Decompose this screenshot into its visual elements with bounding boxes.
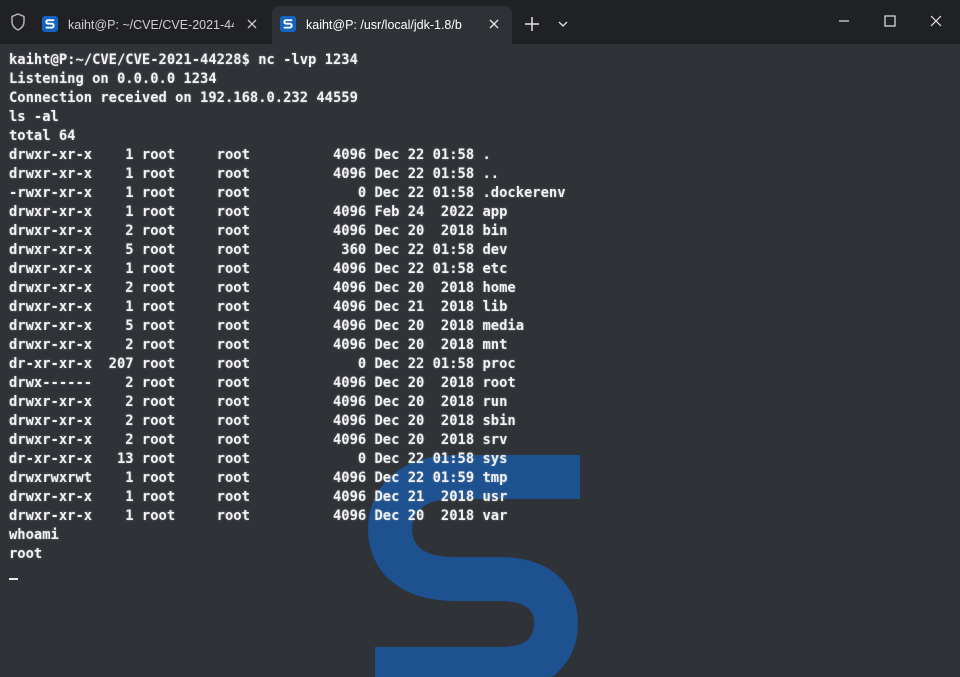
terminal-line: drwxr-xr-x 5 root root 4096 Dec 20 2018 …: [9, 318, 524, 334]
shield-icon[interactable]: [8, 12, 28, 32]
terminal-window: kaiht@P: ~/CVE/CVE-2021-442 kaiht@P: /us…: [0, 0, 960, 677]
close-icon[interactable]: [486, 16, 502, 32]
terminal-line: dr-xr-xr-x 13 root root 0 Dec 22 01:58 s…: [9, 451, 508, 467]
terminal-line: ls -al: [9, 109, 59, 125]
close-icon[interactable]: [244, 16, 260, 32]
terminal-line: drwxr-xr-x 2 root root 4096 Dec 20 2018 …: [9, 280, 516, 296]
terminal-line: drwxr-xr-x 1 root root 4096 Dec 20 2018 …: [9, 508, 508, 524]
terminal-line: root: [9, 546, 43, 562]
terminal-output[interactable]: kaiht@P:~/CVE/CVE-2021-44228$ nc -lvp 12…: [0, 44, 960, 677]
tab-title: kaiht@P: ~/CVE/CVE-2021-442: [68, 18, 234, 32]
terminal-line: drwxr-xr-x 1 root root 4096 Dec 21 2018 …: [9, 489, 508, 505]
terminal-line: dr-xr-xr-x 207 root root 0 Dec 22 01:58 …: [9, 356, 516, 372]
tab-terminal-1[interactable]: kaiht@P: ~/CVE/CVE-2021-442: [34, 6, 270, 44]
putty-s-icon: [42, 16, 58, 32]
terminal-line: drwx------ 2 root root 4096 Dec 20 2018 …: [9, 375, 516, 391]
terminal-cursor-line: [9, 564, 566, 583]
tab-title: kaiht@P: /usr/local/jdk-1.8/b: [306, 18, 462, 32]
terminal-line: drwxr-xr-x 2 root root 4096 Dec 20 2018 …: [9, 394, 508, 410]
terminal-line: drwxr-xr-x 5 root root 360 Dec 22 01:58 …: [9, 242, 508, 258]
terminal-line: drwxr-xr-x 2 root root 4096 Dec 20 2018 …: [9, 337, 508, 353]
maximize-icon[interactable]: [876, 8, 904, 34]
terminal-line: drwxr-xr-x 1 root root 4096 Feb 24 2022 …: [9, 204, 508, 220]
terminal-line: drwxr-xr-x 1 root root 4096 Dec 22 01:58…: [9, 147, 491, 163]
terminal-line: kaiht@P:~/CVE/CVE-2021-44228$ nc -lvp 12…: [9, 52, 358, 68]
terminal-line: drwxr-xr-x 2 root root 4096 Dec 20 2018 …: [9, 432, 508, 448]
terminal-line: Listening on 0.0.0.0 1234: [9, 71, 217, 87]
chevron-down-icon[interactable]: [555, 16, 571, 32]
title-bar: kaiht@P: ~/CVE/CVE-2021-442 kaiht@P: /us…: [0, 0, 960, 44]
terminal-line: drwxr-xr-x 1 root root 4096 Dec 21 2018 …: [9, 299, 508, 315]
terminal-line: drwxrwxrwt 1 root root 4096 Dec 22 01:59…: [9, 470, 508, 486]
tab-terminal-2[interactable]: kaiht@P: /usr/local/jdk-1.8/b: [272, 6, 512, 44]
text-cursor: [9, 578, 18, 580]
minimize-icon[interactable]: [830, 8, 858, 34]
close-icon[interactable]: [922, 8, 950, 34]
terminal-line: Connection received on 192.168.0.232 445…: [9, 90, 358, 106]
terminal-line: whoami: [9, 527, 59, 543]
terminal-line: total 64: [9, 128, 76, 144]
terminal-line: -rwxr-xr-x 1 root root 0 Dec 22 01:58 .d…: [9, 185, 566, 201]
putty-s-icon: [280, 16, 296, 32]
terminal-line: drwxr-xr-x 2 root root 4096 Dec 20 2018 …: [9, 413, 516, 429]
terminal-lines: kaiht@P:~/CVE/CVE-2021-44228$ nc -lvp 12…: [9, 51, 566, 583]
plus-icon[interactable]: [522, 14, 542, 34]
terminal-line: drwxr-xr-x 1 root root 4096 Dec 22 01:58…: [9, 166, 500, 182]
terminal-line: drwxr-xr-x 2 root root 4096 Dec 20 2018 …: [9, 223, 508, 239]
terminal-line: drwxr-xr-x 1 root root 4096 Dec 22 01:58…: [9, 261, 508, 277]
